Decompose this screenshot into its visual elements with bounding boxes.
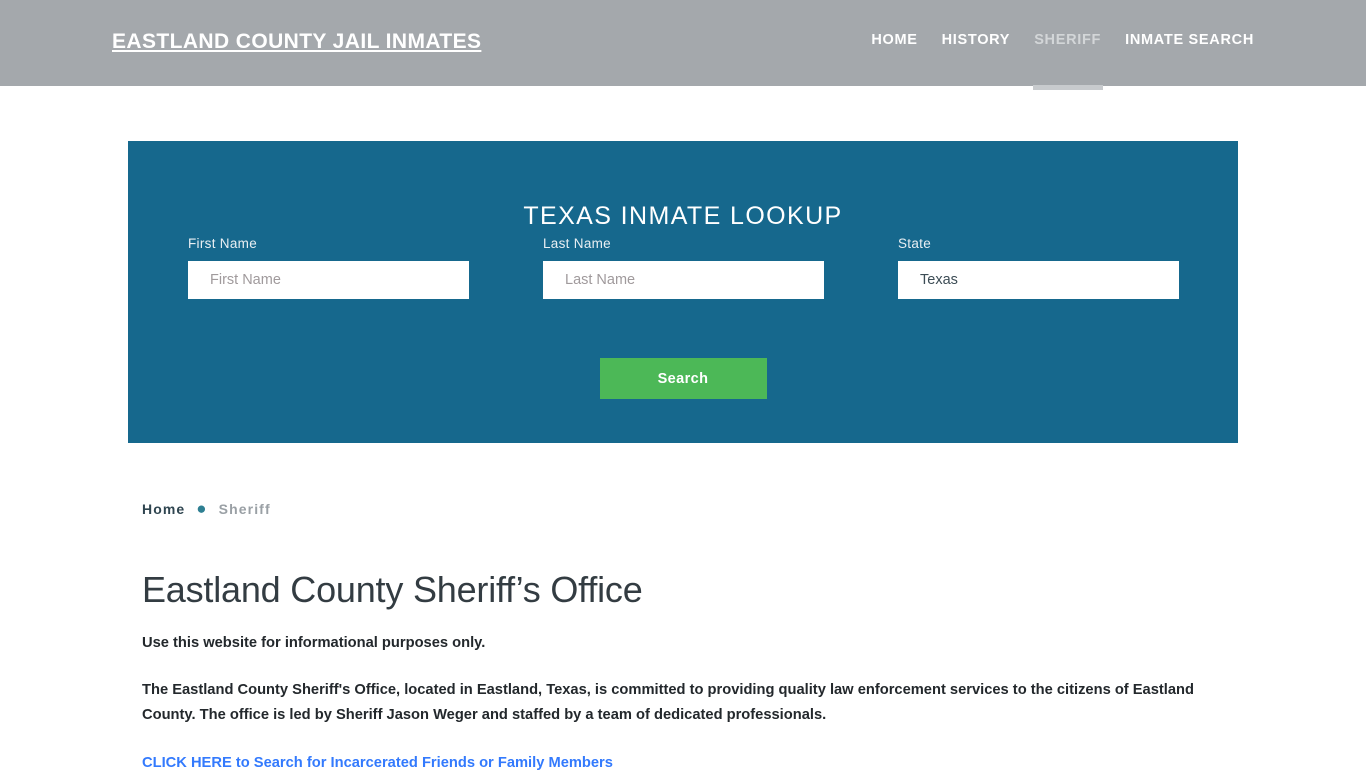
- state-field-group: State Texas: [898, 236, 1179, 299]
- first-name-label: First Name: [188, 236, 258, 251]
- search-button[interactable]: Search: [599, 358, 767, 399]
- first-name-input[interactable]: [188, 261, 469, 299]
- nav-item-inmate-search[interactable]: Inmate Search: [1125, 32, 1254, 48]
- nav-active-indicator: [1033, 85, 1103, 90]
- last-name-field-group: Last Name: [543, 236, 824, 299]
- main-navigation: Home History Sheriff Inmate Search: [871, 32, 1254, 48]
- site-header: Eastland County Jail Inmates Home Histor…: [0, 0, 1366, 90]
- page-title: Eastland County Sheriff’s Office: [142, 569, 643, 610]
- lookup-fields-row: First Name Last Name State Texas: [128, 236, 1238, 306]
- page-paragraph: The Eastland County Sheriff's Office, lo…: [142, 682, 1194, 724]
- inmate-lookup-panel: Texas Inmate Lookup First Name Last Name…: [128, 141, 1238, 443]
- state-select[interactable]: Texas: [898, 261, 1179, 299]
- nav-item-sheriff[interactable]: Sheriff: [1034, 32, 1101, 48]
- page-lede: Use this website for informational purpo…: [142, 635, 486, 651]
- site-brand[interactable]: Eastland County Jail Inmates: [112, 30, 481, 54]
- nav-item-home[interactable]: Home: [871, 32, 917, 48]
- breadcrumb-separator-icon: ●: [196, 499, 208, 518]
- last-name-input[interactable]: [543, 261, 824, 299]
- main-content: Home ● Sheriff Eastland County Sheriff’s…: [142, 500, 1242, 772]
- search-button-wrapper: Search: [128, 358, 1238, 399]
- breadcrumb-item-home[interactable]: Home: [142, 501, 185, 517]
- breadcrumb-item-current: Sheriff: [218, 500, 271, 517]
- nav-item-history[interactable]: History: [942, 32, 1011, 48]
- inmate-search-cta-link[interactable]: CLICK HERE to Search for Incarcerated Fr…: [142, 755, 613, 771]
- lookup-panel-title: Texas Inmate Lookup: [523, 201, 843, 230]
- first-name-field-group: First Name: [188, 236, 469, 299]
- breadcrumb: Home ● Sheriff: [142, 500, 1242, 517]
- last-name-label: Last Name: [543, 236, 611, 251]
- state-label: State: [898, 236, 932, 251]
